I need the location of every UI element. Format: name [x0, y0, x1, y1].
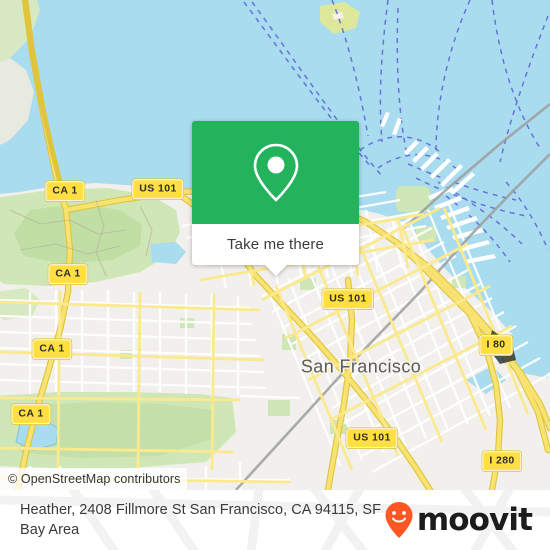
highway-shield: I 280: [482, 451, 522, 471]
location-popup-card[interactable]: Take me there: [192, 121, 359, 276]
highway-shield: CA 1: [48, 264, 88, 284]
moovit-wordmark: moovit: [416, 501, 533, 538]
place-name-text: Heather, 2408 Fillmore St San Francisco,…: [20, 502, 382, 538]
highway-shield: US 101: [346, 428, 398, 448]
map-canvas[interactable]: CA 1 US 101 CA 1 CA 1 CA 1 US 101 I 80 U…: [0, 0, 550, 490]
highway-shield: I 80: [479, 335, 513, 355]
popup-icon-panel: [192, 121, 359, 224]
moovit-logo[interactable]: moovit: [384, 501, 533, 539]
highway-shield: CA 1: [11, 404, 51, 424]
highway-shield: CA 1: [45, 181, 85, 201]
popup-action-panel[interactable]: Take me there: [192, 224, 359, 265]
moovit-map-screenshot: CA 1 US 101 CA 1 CA 1 CA 1 US 101 I 80 U…: [0, 0, 550, 550]
popup-pointer-tail: [264, 265, 287, 276]
highway-shield: CA 1: [32, 339, 72, 359]
moovit-smiley-pin-icon: [385, 502, 413, 538]
highway-shield: US 101: [322, 289, 374, 309]
city-label: San Francisco: [300, 356, 422, 377]
osm-attribution[interactable]: © OpenStreetMap contributors: [0, 468, 187, 490]
map-pin-icon: [253, 143, 298, 202]
footer-bar: Heather, 2408 Fillmore St San Francisco,…: [0, 490, 550, 550]
highway-shield: US 101: [132, 179, 184, 199]
attribution-text: © OpenStreetMap contributors: [8, 472, 181, 486]
take-me-there-label: Take me there: [227, 236, 324, 253]
